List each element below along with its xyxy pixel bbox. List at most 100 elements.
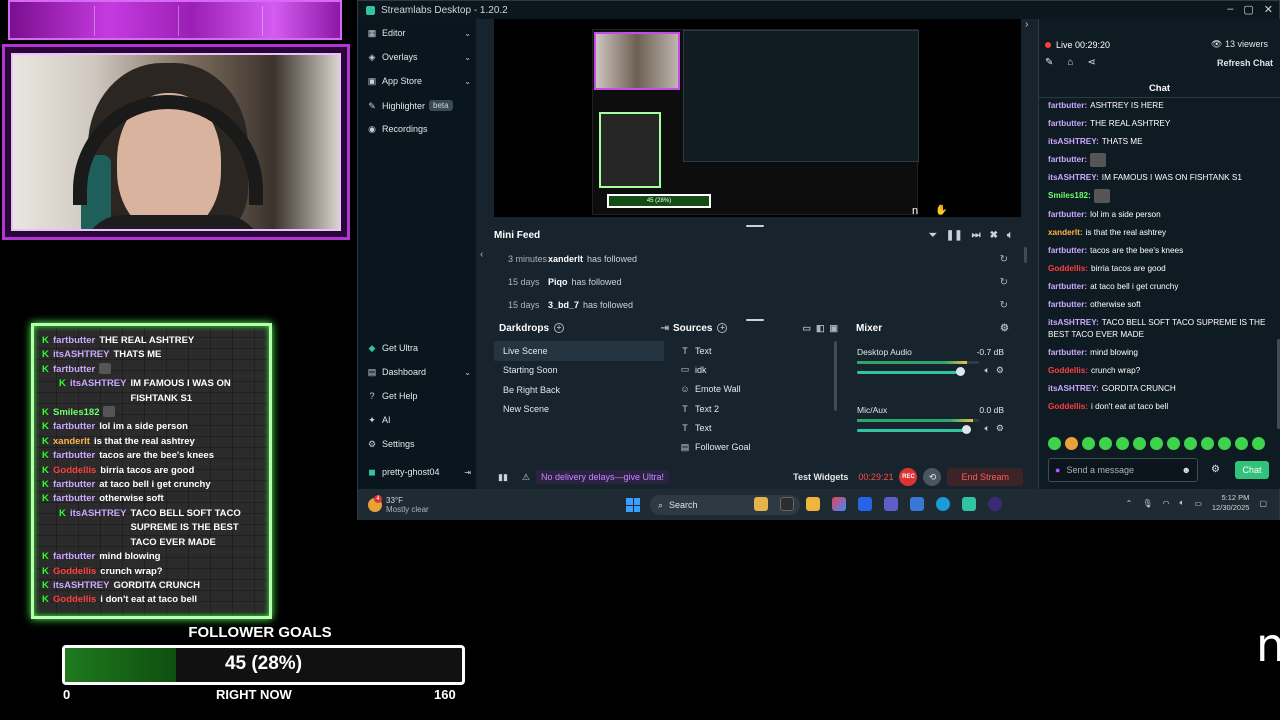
speaker-icon[interactable]: 🔈︎ xyxy=(985,365,990,376)
nav-overlays[interactable]: ◈ Overlays ⌄ xyxy=(367,52,471,62)
ultra-promo-link[interactable]: No delivery delays—give Ultra! xyxy=(535,470,670,484)
emote-icon[interactable] xyxy=(1167,437,1180,450)
stream-preview[interactable]: 45 (28%) ✋ n xyxy=(494,19,1021,217)
emote-icon[interactable] xyxy=(1150,437,1163,450)
obs-icon[interactable] xyxy=(988,497,1002,511)
nav-get-help[interactable]: ? Get Help xyxy=(367,391,471,401)
wifi-icon[interactable]: ◠ xyxy=(1163,499,1170,508)
chat-settings-icon[interactable]: ⚙ xyxy=(1211,464,1220,475)
replay-buffer-icon[interactable]: ⟲ xyxy=(923,468,942,486)
microphone-icon[interactable]: ● xyxy=(1055,465,1060,475)
performance-icon[interactable]: ▮▮ xyxy=(498,472,508,483)
close-icon[interactable]: ✕ xyxy=(1264,3,1273,16)
volume-slider[interactable] xyxy=(857,371,964,374)
emote-icon[interactable] xyxy=(1082,437,1095,450)
nav-app-store[interactable]: ▣ App Store ⌄ xyxy=(367,76,471,86)
source-item[interactable]: T Text xyxy=(673,418,838,437)
expand-right-icon[interactable]: › xyxy=(1025,19,1028,30)
emote-icon[interactable] xyxy=(1099,437,1112,450)
windows-start-icon[interactable] xyxy=(626,498,640,512)
teams-icon[interactable] xyxy=(884,497,898,511)
nav-get-ultra[interactable]: ◆ Get Ultra xyxy=(367,343,471,353)
maximize-icon[interactable]: ▢ xyxy=(1243,3,1253,16)
emoji-icon[interactable]: ☻ xyxy=(1182,465,1191,475)
skip-icon[interactable]: ⏭ xyxy=(972,230,981,241)
emote-icon[interactable] xyxy=(1116,437,1129,450)
speaker-icon[interactable]: 🔈︎ xyxy=(1180,498,1185,508)
sources-scrollbar[interactable] xyxy=(834,341,837,411)
scene-item[interactable]: Starting Soon xyxy=(494,361,664,381)
visual-studio-icon[interactable] xyxy=(858,497,872,511)
replay-alert-icon[interactable]: ↻ xyxy=(1000,254,1008,265)
emote-icon[interactable] xyxy=(1065,437,1078,450)
copilot-icon[interactable] xyxy=(832,497,846,511)
scene-item[interactable]: Be Right Back xyxy=(494,380,664,400)
nav-dashboard[interactable]: ▤ Dashboard ⌄ xyxy=(367,367,471,377)
scene-item[interactable]: New Scene xyxy=(494,400,664,420)
speaker-icon[interactable]: 🔈︎ xyxy=(985,423,990,434)
emote-icon[interactable] xyxy=(1252,437,1265,450)
emote-icon[interactable] xyxy=(1218,437,1231,450)
emote-icon[interactable] xyxy=(1201,437,1214,450)
gear-icon[interactable]: ⚙ xyxy=(996,423,1004,434)
volume-slider[interactable] xyxy=(857,429,970,432)
filter-icon[interactable]: ⏷ xyxy=(929,230,937,241)
source-item[interactable]: ▭ idk xyxy=(673,360,838,379)
replay-alert-icon[interactable]: ↻ xyxy=(1000,277,1008,288)
edit-icon[interactable]: ✎ xyxy=(1045,57,1053,68)
nav-user[interactable]: ◼ pretty-ghost04 ⇥ xyxy=(367,467,471,477)
alert-icon[interactable]: ⚠ xyxy=(522,472,530,483)
mute-alerts-icon[interactable]: ✖ xyxy=(990,230,998,241)
layers-icon[interactable]: ◧ xyxy=(816,323,825,334)
feed-scrollbar[interactable] xyxy=(1024,247,1027,263)
nav-highlighter[interactable]: ✎ Highlighter beta xyxy=(367,100,471,111)
replay-alert-icon[interactable]: ↻ xyxy=(1000,300,1008,311)
taskbar-clock[interactable]: 5:12 PM 12/30/2025 xyxy=(1212,493,1250,513)
volume-slider-handle[interactable] xyxy=(962,425,972,434)
test-widgets-button[interactable]: Test Widgets xyxy=(793,472,848,482)
share-icon[interactable]: ⋖ xyxy=(1087,57,1095,68)
folder-icon[interactable]: ▭ xyxy=(802,323,811,334)
outlook-icon[interactable] xyxy=(910,497,924,511)
emote-icon[interactable] xyxy=(1184,437,1197,450)
chat-input[interactable]: ● Send a message ☻ xyxy=(1048,458,1198,482)
add-scene-icon[interactable]: + xyxy=(554,323,565,333)
end-stream-button[interactable]: End Stream xyxy=(947,468,1023,486)
scene-collection-title[interactable]: Darkdrops xyxy=(499,323,549,334)
battery-icon[interactable]: ▭ xyxy=(1194,499,1202,508)
microphone-tray-icon[interactable]: 🎙︎ xyxy=(1142,499,1152,508)
source-item[interactable]: T Text 2 xyxy=(673,399,838,418)
file-explorer-icon[interactable] xyxy=(754,497,768,511)
weather-widget[interactable]: 4 33°F Mostly clear xyxy=(368,494,429,514)
refresh-chat-button[interactable]: Refresh Chat xyxy=(1217,58,1273,68)
folder-icon[interactable] xyxy=(806,497,820,511)
volume-icon[interactable]: 🔈︎ xyxy=(1007,230,1013,241)
store-icon[interactable]: ⌂ xyxy=(1067,57,1073,68)
scene-transition-icon[interactable]: ⇥ xyxy=(661,323,669,334)
source-item[interactable]: ☺ Emote Wall xyxy=(673,380,838,399)
emote-icon[interactable] xyxy=(1235,437,1248,450)
volume-slider-handle[interactable] xyxy=(956,367,966,376)
logout-icon[interactable]: ⇥ xyxy=(464,468,471,477)
chat-tab[interactable]: Chat xyxy=(1039,83,1280,94)
nav-editor[interactable]: ▦ Editor ⌄ xyxy=(367,28,471,38)
nav-ai[interactable]: ✦ AI xyxy=(367,415,471,425)
nav-recordings[interactable]: ◉ Recordings xyxy=(367,124,471,134)
app-icon[interactable] xyxy=(780,497,794,511)
record-button[interactable]: REC xyxy=(899,468,918,486)
collapse-left-icon[interactable]: ‹ xyxy=(480,249,483,260)
source-item[interactable]: T Text xyxy=(673,341,838,360)
streamlabs-taskbar-icon[interactable] xyxy=(962,497,976,511)
emote-icon[interactable] xyxy=(1048,437,1061,450)
minimize-icon[interactable]: – xyxy=(1227,3,1233,16)
emote-icon[interactable] xyxy=(1133,437,1146,450)
chat-send-button[interactable]: Chat xyxy=(1235,461,1269,479)
gear-icon[interactable]: ⚙ xyxy=(996,365,1004,376)
edge-icon[interactable] xyxy=(936,497,950,511)
pause-icon[interactable]: ❚❚ xyxy=(946,230,963,241)
group-icon[interactable]: ▣ xyxy=(829,323,838,334)
nav-settings[interactable]: ⚙ Settings xyxy=(367,439,471,449)
notification-icon[interactable]: ▢ xyxy=(1259,499,1267,508)
add-source-icon[interactable]: + xyxy=(717,323,728,333)
gear-icon[interactable]: ⚙ xyxy=(1000,323,1009,334)
